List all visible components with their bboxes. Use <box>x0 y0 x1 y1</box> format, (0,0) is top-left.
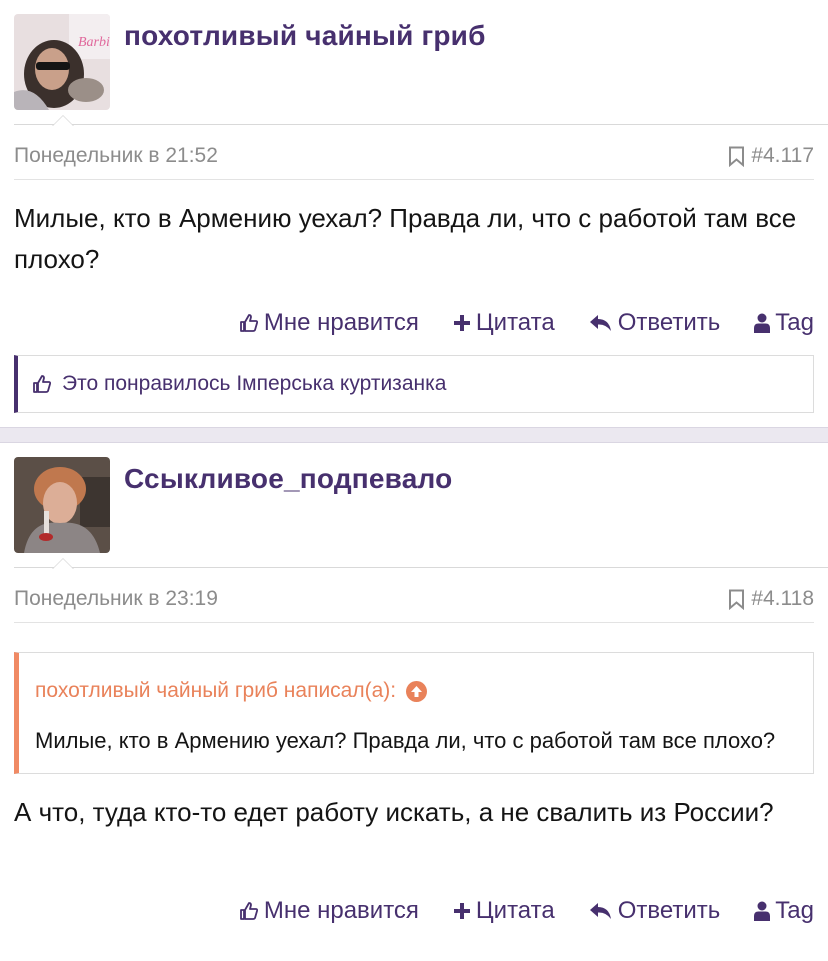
post-date[interactable]: Понедельник в 23:19 <box>14 587 218 611</box>
avatar[interactable]: Barbie <box>14 14 110 110</box>
likes-text: Это понравилось Імперська куртизанка <box>62 372 447 395</box>
post-meta: Понедельник в 21:52 #4.117 <box>14 125 814 180</box>
post-message: Милые, кто в Армению уехал? Правда ли, ч… <box>14 203 797 274</box>
thumbs-up-icon <box>239 901 259 921</box>
username[interactable]: Ссыкливое_подпевало <box>124 463 452 495</box>
like-button[interactable]: Мне нравится <box>239 897 419 925</box>
quote-button[interactable]: Цитата <box>453 897 555 925</box>
like-label: Мне нравится <box>263 309 419 336</box>
post-4117: Barbie похотливый чайный гриб Понедельни… <box>0 0 828 427</box>
username[interactable]: похотливый чайный гриб <box>124 20 486 52</box>
post-actions: Мне нравится Цитата Ответить Tag <box>14 896 814 926</box>
post-actions: Мне нравится Цитата Ответить Tag <box>14 308 814 338</box>
post-meta: Понедельник в 23:19 #4.118 <box>14 568 814 623</box>
post-separator <box>0 427 828 443</box>
reply-label: Ответить <box>617 897 721 924</box>
like-button[interactable]: Мне нравится <box>239 309 419 337</box>
quote-block: похотливый чайный гриб написал(а): Милые… <box>14 652 814 774</box>
quote-text: Милые, кто в Армению уехал? Правда ли, ч… <box>35 728 776 753</box>
tag-label: Tag <box>775 309 814 336</box>
reply-icon <box>589 902 613 920</box>
reply-icon <box>589 314 613 332</box>
post-number[interactable]: #4.118 <box>728 587 814 611</box>
post-header: Barbie похотливый чайный гриб <box>0 0 828 126</box>
post-message: А что, туда кто-то едет работу искать, а… <box>14 797 774 827</box>
avatar[interactable] <box>14 457 110 553</box>
user-icon <box>754 313 771 333</box>
user-icon <box>754 901 771 921</box>
tag-label: Tag <box>775 897 814 924</box>
reply-button[interactable]: Ответить <box>589 309 721 337</box>
post-number-label: #4.118 <box>751 587 814 610</box>
post-4118: Ссыкливое_подпевало Понедельник в 23:19 … <box>0 443 828 926</box>
post-date[interactable]: Понедельник в 21:52 <box>14 144 218 168</box>
quote-author: похотливый чайный гриб написал(а): <box>35 679 397 702</box>
reply-label: Ответить <box>617 309 721 336</box>
bookmark-icon <box>728 589 745 610</box>
thumbs-up-icon <box>32 374 52 394</box>
quote-button[interactable]: Цитата <box>453 309 555 337</box>
arrow-up-circle-icon[interactable] <box>406 680 428 702</box>
thumbs-up-icon <box>239 313 259 333</box>
quote-header[interactable]: похотливый чайный гриб написал(а): <box>19 653 813 713</box>
quote-label: Цитата <box>475 897 555 924</box>
bookmark-icon <box>728 146 745 167</box>
post-header: Ссыкливое_подпевало <box>0 443 828 569</box>
likes-summary[interactable]: Это понравилось Імперська куртизанка <box>14 355 814 413</box>
tag-button[interactable]: Tag <box>754 897 814 925</box>
post-number-label: #4.117 <box>751 144 814 167</box>
plus-icon <box>453 902 471 920</box>
post-number[interactable]: #4.117 <box>728 144 814 168</box>
tag-button[interactable]: Tag <box>754 309 814 337</box>
like-label: Мне нравится <box>263 897 419 924</box>
plus-icon <box>453 314 471 332</box>
svg-text:Barbie: Barbie <box>78 35 110 50</box>
reply-button[interactable]: Ответить <box>589 897 721 925</box>
quote-label: Цитата <box>475 309 555 336</box>
